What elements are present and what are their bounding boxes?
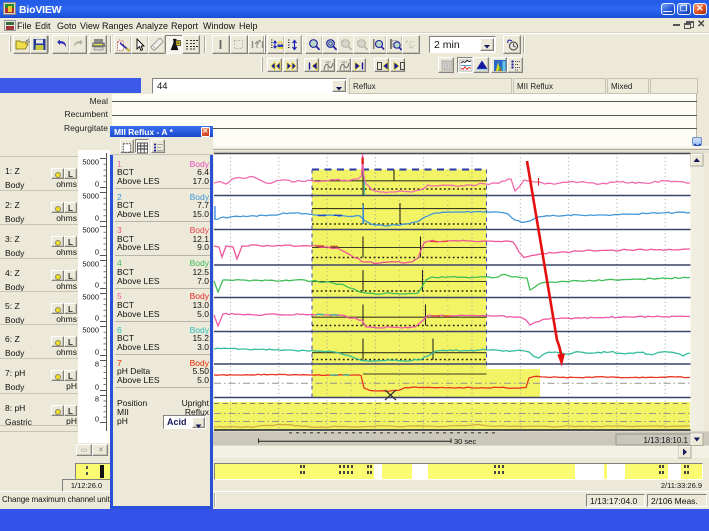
svg-text:5000: 5000 — [82, 158, 99, 167]
svg-text:0: 0 — [95, 281, 99, 290]
svg-text:0: 0 — [95, 348, 99, 357]
svg-text:8: 8 — [95, 395, 99, 404]
svg-text:5000: 5000 — [82, 226, 99, 235]
svg-text:0: 0 — [95, 314, 99, 323]
svg-text:5000: 5000 — [82, 260, 99, 269]
svg-text:1/13:18:10.1: 1/13:18:10.1 — [644, 436, 689, 445]
svg-text:0: 0 — [95, 248, 99, 257]
svg-text:0: 0 — [95, 383, 99, 392]
svg-text:C: C — [409, 40, 415, 49]
svg-text:0: 0 — [95, 415, 99, 424]
svg-text:5000: 5000 — [82, 293, 99, 302]
svg-text:8: 8 — [95, 360, 99, 369]
svg-text:5000: 5000 — [82, 326, 99, 335]
svg-text:5000: 5000 — [82, 192, 99, 201]
svg-text:0: 0 — [95, 180, 99, 189]
svg-text:0: 0 — [95, 214, 99, 223]
svg-text:30 sec: 30 sec — [454, 437, 476, 446]
